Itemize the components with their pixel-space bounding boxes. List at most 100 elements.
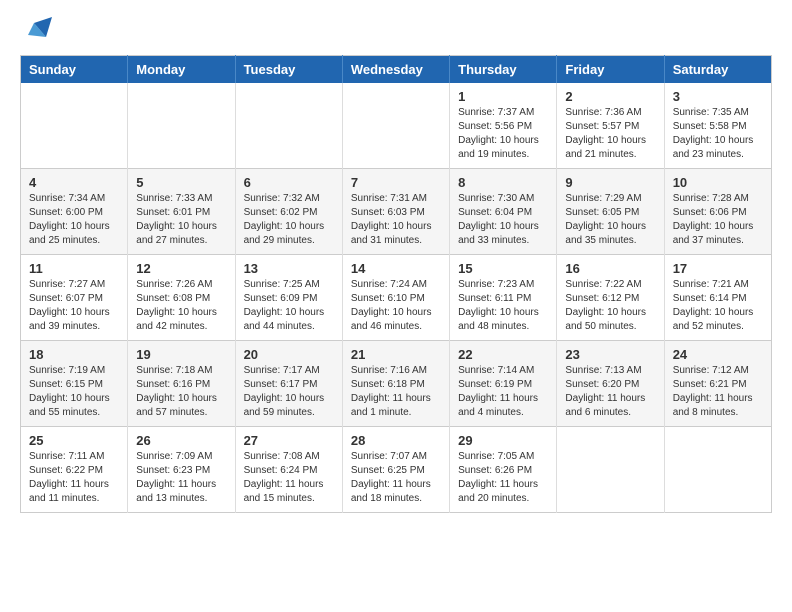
calendar-cell: 26 Sunrise: 7:09 AM Sunset: 6:23 PM Dayli… [128,427,235,513]
day-info: Sunrise: 7:09 AM Sunset: 6:23 PM Dayligh… [136,450,226,506]
day-number: 20 [244,347,334,362]
day-number: 16 [565,261,655,276]
day-number: 5 [136,175,226,190]
calendar-cell: 29 Sunrise: 7:05 AM Sunset: 6:26 PM Dayli… [450,427,557,513]
calendar-cell [235,83,342,169]
day-number: 13 [244,261,334,276]
day-number: 7 [351,175,441,190]
calendar-cell: 18 Sunrise: 7:19 AM Sunset: 6:15 PM Dayli… [21,341,128,427]
calendar-cell: 10 Sunrise: 7:28 AM Sunset: 6:06 PM Dayli… [664,169,771,255]
calendar-cell: 12Sunrise: 7:26 AM Sunset: 6:08 PM Dayli… [128,255,235,341]
logo [20,15,54,45]
day-info: Sunrise: 7:14 AM Sunset: 6:19 PM Dayligh… [458,364,548,420]
header [20,15,772,45]
calendar-cell: 8Sunrise: 7:30 AM Sunset: 6:04 PM Daylig… [450,169,557,255]
calendar-cell: 14 Sunrise: 7:24 AM Sunset: 6:10 PM Dayli… [342,255,449,341]
weekday-header: Wednesday [342,56,449,84]
logo-icon [24,15,54,45]
calendar-cell: 6Sunrise: 7:32 AM Sunset: 6:02 PM Daylig… [235,169,342,255]
day-info: Sunrise: 7:24 AM Sunset: 6:10 PM Dayligh… [351,278,441,334]
day-number: 2 [565,89,655,104]
calendar-cell: 16 Sunrise: 7:22 AM Sunset: 6:12 PM Dayli… [557,255,664,341]
day-info: Sunrise: 7:22 AM Sunset: 6:12 PM Dayligh… [565,278,655,334]
day-info: Sunrise: 7:31 AM Sunset: 6:03 PM Dayligh… [351,192,441,248]
day-number: 6 [244,175,334,190]
calendar-cell: 19 Sunrise: 7:18 AM Sunset: 6:16 PM Dayli… [128,341,235,427]
day-info: Sunrise: 7:26 AM Sunset: 6:08 PM Dayligh… [136,278,226,334]
day-number: 1 [458,89,548,104]
calendar-cell: 13Sunrise: 7:25 AM Sunset: 6:09 PM Dayli… [235,255,342,341]
day-info: Sunrise: 7:05 AM Sunset: 6:26 PM Dayligh… [458,450,548,506]
calendar-cell: 27Sunrise: 7:08 AM Sunset: 6:24 PM Dayli… [235,427,342,513]
day-number: 11 [29,261,119,276]
calendar-cell [557,427,664,513]
calendar-cell: 17 Sunrise: 7:21 AM Sunset: 6:14 PM Dayli… [664,255,771,341]
calendar-week-row: 18 Sunrise: 7:19 AM Sunset: 6:15 PM Dayli… [21,341,772,427]
calendar-week-row: 11 Sunrise: 7:27 AM Sunset: 6:07 PM Dayli… [21,255,772,341]
calendar-cell: 1 Sunrise: 7:37 AM Sunset: 5:56 PM Daylig… [450,83,557,169]
day-info: Sunrise: 7:37 AM Sunset: 5:56 PM Dayligh… [458,106,548,162]
calendar-week-row: 1 Sunrise: 7:37 AM Sunset: 5:56 PM Daylig… [21,83,772,169]
day-number: 26 [136,433,226,448]
calendar-header-row: SundayMondayTuesdayWednesdayThursdayFrid… [21,56,772,84]
day-number: 3 [673,89,763,104]
calendar-cell: 2 Sunrise: 7:36 AM Sunset: 5:57 PM Daylig… [557,83,664,169]
day-info: Sunrise: 7:08 AM Sunset: 6:24 PM Dayligh… [244,450,334,506]
day-info: Sunrise: 7:30 AM Sunset: 6:04 PM Dayligh… [458,192,548,248]
calendar-cell: 21 Sunrise: 7:16 AM Sunset: 6:18 PM Dayli… [342,341,449,427]
calendar-week-row: 25 Sunrise: 7:11 AM Sunset: 6:22 PM Dayli… [21,427,772,513]
calendar-cell [128,83,235,169]
day-number: 21 [351,347,441,362]
day-number: 25 [29,433,119,448]
page-container: SundayMondayTuesdayWednesdayThursdayFrid… [0,0,792,528]
day-info: Sunrise: 7:21 AM Sunset: 6:14 PM Dayligh… [673,278,763,334]
calendar-week-row: 4 Sunrise: 7:34 AM Sunset: 6:00 PM Daylig… [21,169,772,255]
day-info: Sunrise: 7:16 AM Sunset: 6:18 PM Dayligh… [351,364,441,420]
day-info: Sunrise: 7:27 AM Sunset: 6:07 PM Dayligh… [29,278,119,334]
calendar-table: SundayMondayTuesdayWednesdayThursdayFrid… [20,55,772,513]
calendar-cell: 23Sunrise: 7:13 AM Sunset: 6:20 PM Dayli… [557,341,664,427]
day-number: 18 [29,347,119,362]
day-number: 22 [458,347,548,362]
day-info: Sunrise: 7:29 AM Sunset: 6:05 PM Dayligh… [565,192,655,248]
day-number: 29 [458,433,548,448]
calendar-cell: 24 Sunrise: 7:12 AM Sunset: 6:21 PM Dayli… [664,341,771,427]
calendar-cell [664,427,771,513]
calendar-cell: 3 Sunrise: 7:35 AM Sunset: 5:58 PM Daylig… [664,83,771,169]
day-info: Sunrise: 7:33 AM Sunset: 6:01 PM Dayligh… [136,192,226,248]
calendar-cell: 25 Sunrise: 7:11 AM Sunset: 6:22 PM Dayli… [21,427,128,513]
day-info: Sunrise: 7:18 AM Sunset: 6:16 PM Dayligh… [136,364,226,420]
day-number: 28 [351,433,441,448]
day-number: 24 [673,347,763,362]
weekday-header: Thursday [450,56,557,84]
day-info: Sunrise: 7:34 AM Sunset: 6:00 PM Dayligh… [29,192,119,248]
calendar-cell: 28Sunrise: 7:07 AM Sunset: 6:25 PM Dayli… [342,427,449,513]
calendar-cell: 11 Sunrise: 7:27 AM Sunset: 6:07 PM Dayli… [21,255,128,341]
day-number: 14 [351,261,441,276]
weekday-header: Monday [128,56,235,84]
day-number: 10 [673,175,763,190]
weekday-header: Friday [557,56,664,84]
calendar-cell: 9 Sunrise: 7:29 AM Sunset: 6:05 PM Daylig… [557,169,664,255]
day-info: Sunrise: 7:23 AM Sunset: 6:11 PM Dayligh… [458,278,548,334]
day-number: 19 [136,347,226,362]
day-info: Sunrise: 7:36 AM Sunset: 5:57 PM Dayligh… [565,106,655,162]
calendar-cell: 4 Sunrise: 7:34 AM Sunset: 6:00 PM Daylig… [21,169,128,255]
day-info: Sunrise: 7:11 AM Sunset: 6:22 PM Dayligh… [29,450,119,506]
weekday-header: Sunday [21,56,128,84]
calendar-cell [21,83,128,169]
day-info: Sunrise: 7:12 AM Sunset: 6:21 PM Dayligh… [673,364,763,420]
calendar-cell [342,83,449,169]
day-info: Sunrise: 7:13 AM Sunset: 6:20 PM Dayligh… [565,364,655,420]
weekday-header: Tuesday [235,56,342,84]
calendar-cell: 15Sunrise: 7:23 AM Sunset: 6:11 PM Dayli… [450,255,557,341]
day-info: Sunrise: 7:35 AM Sunset: 5:58 PM Dayligh… [673,106,763,162]
calendar-cell: 5 Sunrise: 7:33 AM Sunset: 6:01 PM Daylig… [128,169,235,255]
calendar-cell: 22 Sunrise: 7:14 AM Sunset: 6:19 PM Dayli… [450,341,557,427]
day-info: Sunrise: 7:19 AM Sunset: 6:15 PM Dayligh… [29,364,119,420]
day-number: 4 [29,175,119,190]
day-info: Sunrise: 7:28 AM Sunset: 6:06 PM Dayligh… [673,192,763,248]
day-number: 17 [673,261,763,276]
calendar-cell: 7 Sunrise: 7:31 AM Sunset: 6:03 PM Daylig… [342,169,449,255]
day-number: 9 [565,175,655,190]
